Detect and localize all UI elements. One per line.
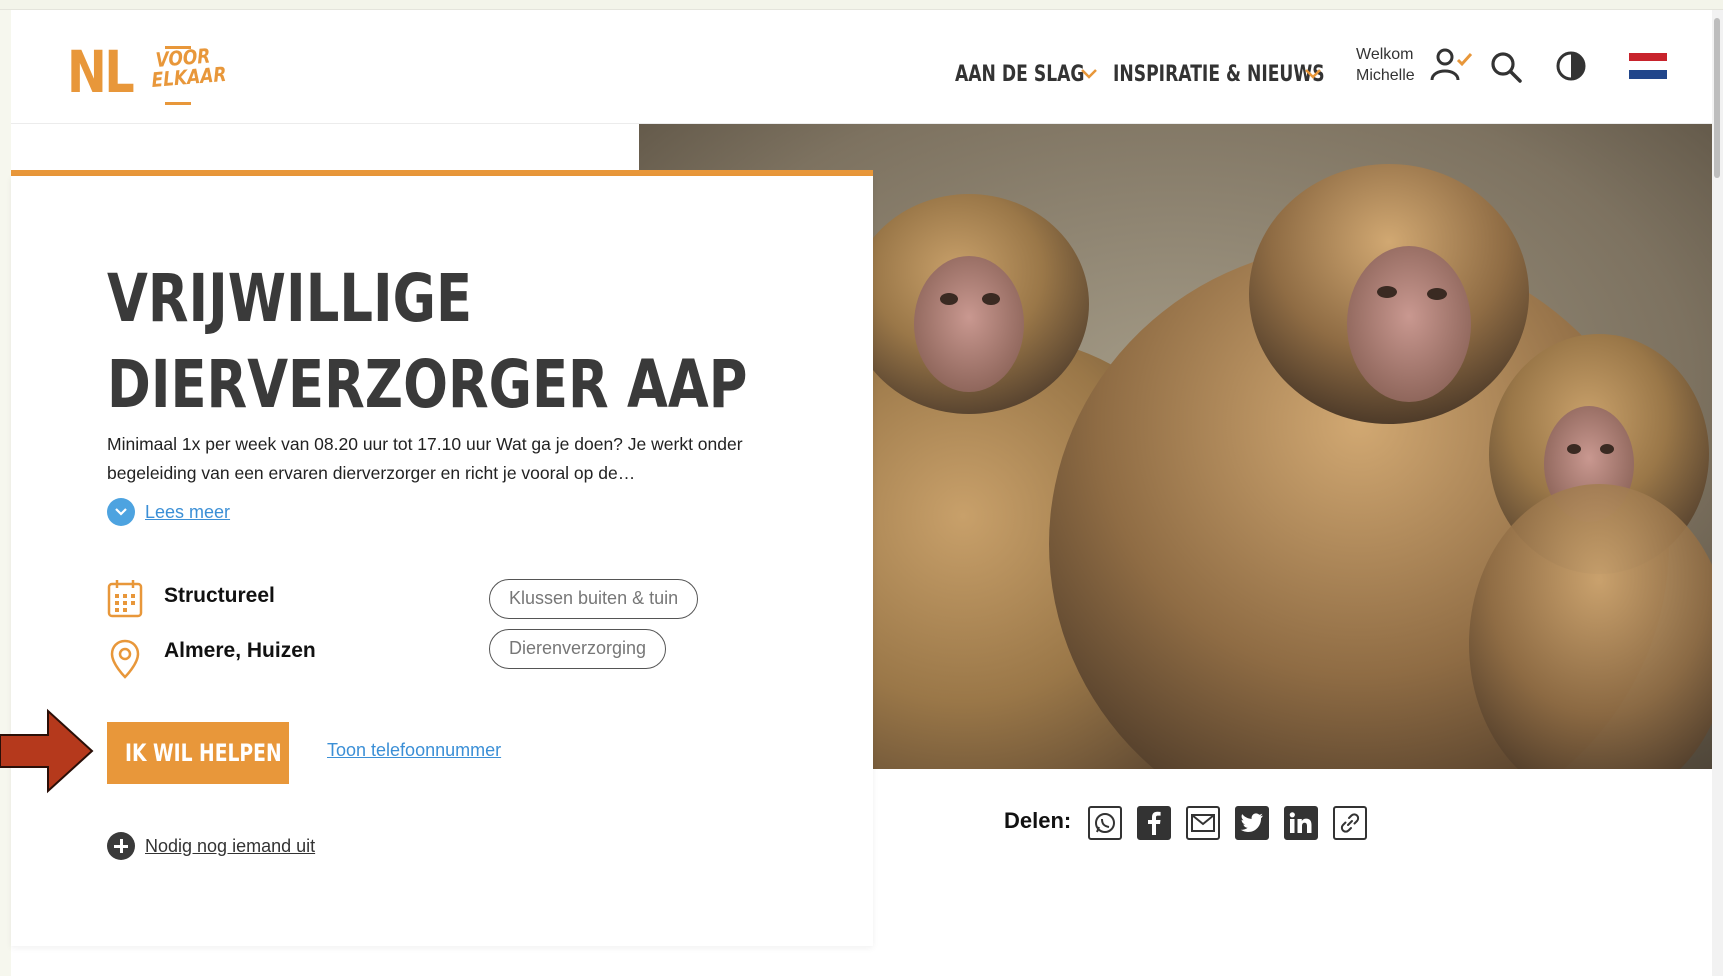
- logo-elkaar-text: ELKAAR: [150, 61, 228, 92]
- tag-dierenverzorging[interactable]: Dierenverzorging: [489, 629, 667, 669]
- search-icon[interactable]: [1489, 50, 1523, 84]
- copy-link-share-button[interactable]: [1333, 806, 1367, 840]
- linkedin-share-button[interactable]: [1284, 806, 1318, 840]
- chevron-down-icon[interactable]: [1303, 66, 1323, 82]
- dutch-flag-icon[interactable]: [1629, 53, 1667, 79]
- site-header: NL VOOR ELKAAR AAN DE SLAG INSPIRATIE & …: [11, 10, 1712, 124]
- facebook-share-button[interactable]: [1137, 806, 1171, 840]
- commitment-type: Structureel: [164, 584, 275, 607]
- annotation-arrow: [0, 708, 94, 794]
- link-icon: [1340, 813, 1360, 833]
- title-line-2: DIERVERZORGER AAP: [107, 346, 748, 423]
- calendar-icon: [107, 580, 143, 618]
- location-text: Almere, Huizen: [164, 639, 316, 662]
- location-pin-icon: [110, 639, 140, 679]
- facebook-icon: [1148, 811, 1161, 835]
- title-line-1: VRIJWILLIGE: [107, 260, 473, 337]
- contrast-icon[interactable]: [1555, 50, 1587, 82]
- welcome-label: Welkom: [1356, 46, 1414, 63]
- logo-nl-text: NL: [67, 38, 135, 106]
- linkedin-icon: [1289, 812, 1312, 833]
- twitter-share-button[interactable]: [1235, 806, 1269, 840]
- cta-label: IK WIL HELPEN: [125, 739, 282, 767]
- welcome-user-text[interactable]: Welkom Michelle: [1356, 44, 1415, 86]
- vacancy-title: VRIJWILLIGE DIERVERZORGER AAP: [107, 256, 748, 428]
- site-logo[interactable]: NL VOOR ELKAAR: [67, 36, 237, 108]
- vacancy-description: Minimaal 1x per week van 08.20 uur tot 1…: [107, 434, 743, 483]
- whatsapp-share-button[interactable]: [1088, 806, 1122, 840]
- chevron-down-circle-icon: [107, 498, 135, 526]
- whatsapp-icon: [1095, 813, 1115, 833]
- nav-aan-de-slag[interactable]: AAN DE SLAG: [955, 62, 1085, 87]
- email-share-button[interactable]: [1186, 806, 1220, 840]
- invite-someone-link[interactable]: Nodig nog iemand uit: [107, 832, 315, 860]
- share-label: Delen:: [1004, 808, 1072, 833]
- read-more-link[interactable]: Lees meer: [107, 498, 230, 526]
- user-check-icon[interactable]: [1429, 46, 1475, 84]
- browser-top-edge: [0, 0, 1723, 10]
- plus-circle-icon: [107, 832, 135, 860]
- chevron-down-icon[interactable]: [1079, 66, 1099, 82]
- logo-bar-bottom: [165, 102, 191, 105]
- tag-klussen-buiten-tuin[interactable]: Klussen buiten & tuin: [489, 579, 699, 619]
- welcome-username: Michelle: [1356, 67, 1415, 84]
- nav-inspiratie-nieuws[interactable]: INSPIRATIE & NIEUWS: [1113, 62, 1325, 87]
- email-icon: [1191, 814, 1215, 832]
- show-phone-number-link[interactable]: Toon telefoonnummer: [327, 740, 501, 761]
- i-want-to-help-button[interactable]: IK WIL HELPEN: [107, 722, 289, 784]
- read-more-label: Lees meer: [145, 501, 231, 522]
- page-scrollbar-thumb[interactable]: [1714, 18, 1720, 178]
- twitter-icon: [1240, 813, 1263, 832]
- invite-label: Nodig nog iemand uit: [145, 835, 316, 856]
